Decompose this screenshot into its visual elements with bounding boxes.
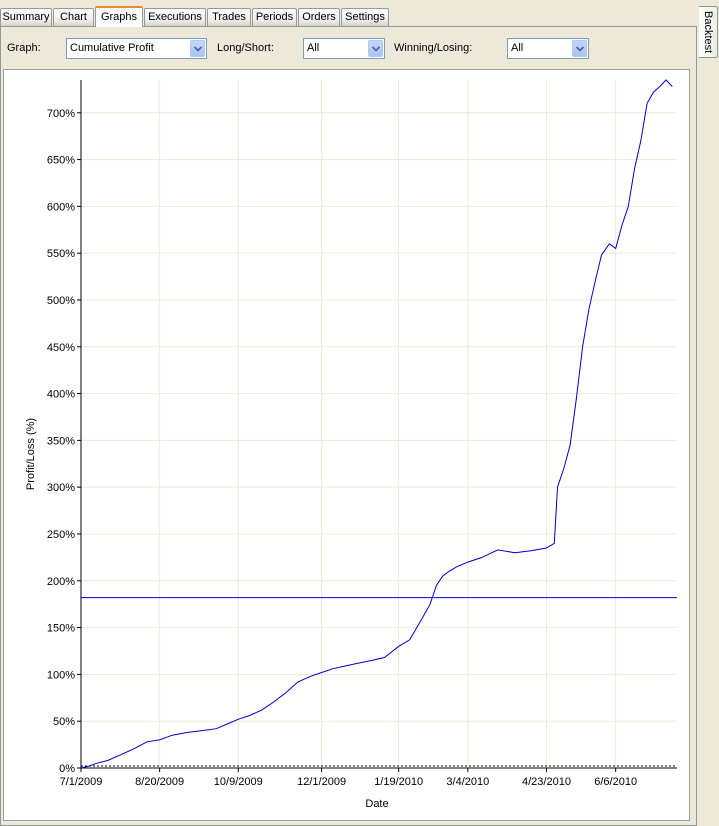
x-tick-label: 7/1/2009 (60, 776, 103, 788)
winlose-select[interactable]: All (507, 38, 589, 59)
chevron-down-icon[interactable] (368, 40, 383, 57)
tab-executions[interactable]: Executions (144, 8, 206, 26)
longshort-label: Long/Short: (217, 42, 274, 54)
y-tick-label: 650% (47, 155, 75, 167)
x-axis-label: Date (365, 798, 388, 810)
y-tick-label: 300% (47, 482, 75, 494)
longshort-select-value: All (307, 42, 320, 54)
x-tick-label: 4/23/2010 (522, 776, 571, 788)
y-tick-label: 150% (47, 623, 75, 635)
x-tick-label: 12/1/2009 (297, 776, 346, 788)
y-tick-label: 700% (47, 108, 75, 120)
x-tick-label: 3/4/2010 (446, 776, 489, 788)
y-tick-label: 200% (47, 576, 75, 588)
chart-container: 0% 50% 100% 150% 200% 250% 300% 350% 400% 450% 500… (3, 69, 690, 821)
tab-summary[interactable]: Summary (0, 8, 52, 26)
y-tick-label: 450% (47, 342, 75, 354)
tab-trades[interactable]: Trades (207, 8, 251, 26)
y-tick-label: 400% (47, 389, 75, 401)
x-tick-label: 10/9/2009 (214, 776, 263, 788)
tab-periods[interactable]: Periods (252, 8, 297, 26)
y-tick-label: 250% (47, 529, 75, 541)
y-axis-label: Profit/Loss (%) (25, 418, 37, 490)
graph-label: Graph: (7, 42, 41, 54)
y-tick-label: 50% (53, 716, 75, 728)
tab-orders[interactable]: Orders (298, 8, 340, 26)
winlose-select-value: All (511, 42, 524, 54)
longshort-select[interactable]: All (303, 38, 385, 59)
winlose-label: Winning/Losing: (394, 42, 473, 54)
tab-strip: Summary Chart Graphs Executions Trades P… (0, 6, 697, 27)
y-tick-label: 0% (59, 763, 75, 775)
x-tick-label: 8/20/2009 (135, 776, 184, 788)
chevron-down-icon[interactable] (190, 40, 205, 57)
x-tick-label: 1/19/2010 (374, 776, 423, 788)
cumulative-profit-chart: 0% 50% 100% 150% 200% 250% 300% 350% 400% 450% 500… (25, 79, 677, 810)
y-tick-label: 100% (47, 669, 75, 681)
x-tick-label: 6/6/2010 (594, 776, 637, 788)
y-tick-label: 550% (47, 248, 75, 260)
tab-chart[interactable]: Chart (53, 8, 94, 26)
graph-select-value: Cumulative Profit (70, 42, 154, 54)
side-tab-backtest[interactable]: Backtest (699, 6, 718, 58)
cumulative-profit-line (80, 79, 673, 769)
graph-select[interactable]: Cumulative Profit (66, 38, 207, 59)
chevron-down-icon[interactable] (572, 40, 587, 57)
y-tick-label: 500% (47, 295, 75, 307)
y-tick-label: 350% (47, 435, 75, 447)
y-tick-label: 600% (47, 201, 75, 213)
tab-settings[interactable]: Settings (341, 8, 389, 26)
tab-graphs[interactable]: Graphs (95, 6, 143, 27)
side-tab-label: Backtest (702, 11, 714, 54)
